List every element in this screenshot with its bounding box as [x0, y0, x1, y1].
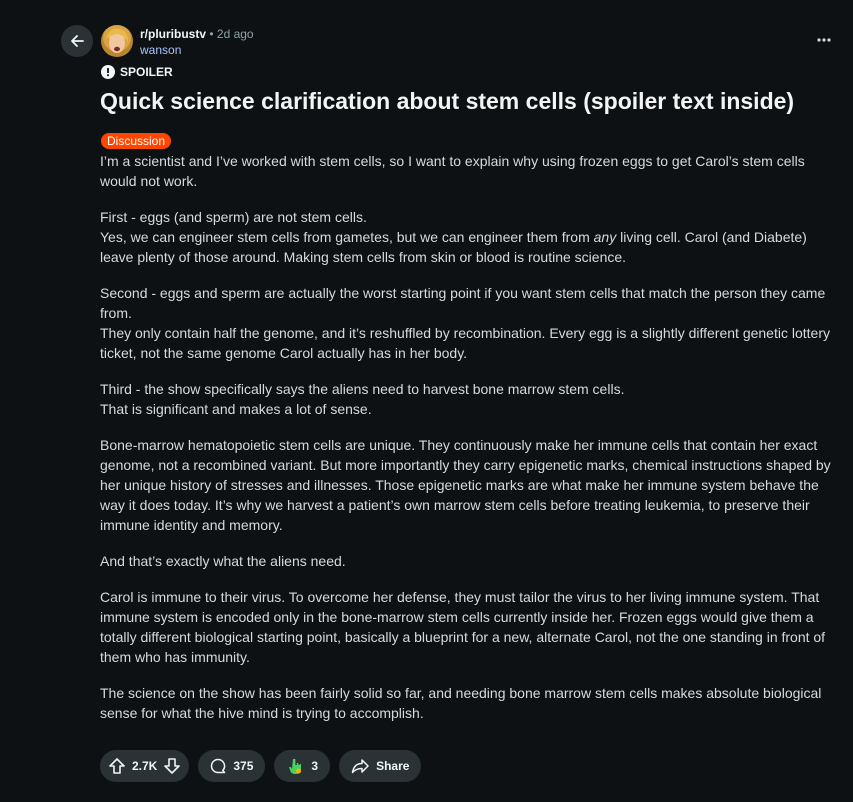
- paragraph: The science on the show has been fairly …: [100, 685, 822, 721]
- upvote-icon[interactable]: [108, 757, 126, 775]
- award-count: 3: [311, 759, 319, 773]
- downvote-icon[interactable]: [163, 757, 181, 775]
- subreddit-avatar[interactable]: [101, 25, 133, 57]
- post-meta: r/pluribustv • 2d ago: [140, 27, 254, 41]
- award-hand-icon: [286, 757, 304, 775]
- paragraph: Bone-marrow hematopoietic stem cells are…: [100, 437, 831, 533]
- spoiler-label: SPOILER: [120, 65, 173, 79]
- meta-separator: •: [209, 27, 214, 41]
- flair-badge[interactable]: Discussion: [101, 133, 172, 149]
- vote-pill: 2.7K: [100, 750, 190, 782]
- share-button[interactable]: Share: [339, 750, 422, 782]
- award-button[interactable]: 3: [274, 750, 331, 782]
- paragraph: First - eggs (and sperm) are not stem ce…: [100, 209, 807, 265]
- back-button[interactable]: [61, 25, 93, 57]
- comment-count: 375: [233, 759, 254, 773]
- paragraph: Second - eggs and sperm are actually the…: [100, 285, 830, 361]
- paragraph: Carol is immune to their virus. To overc…: [100, 589, 826, 665]
- comment-icon: [210, 758, 226, 774]
- action-bar: 2.7K 375 3 Share: [100, 750, 422, 782]
- share-icon: [351, 758, 369, 774]
- paragraph: I’m a scientist and I’ve worked with ste…: [100, 153, 805, 189]
- paragraph: And that’s exactly what the aliens need.: [100, 553, 346, 569]
- post-title: Quick science clarification about stem c…: [100, 88, 795, 114]
- post-body: I’m a scientist and I’ve worked with ste…: [100, 151, 835, 739]
- author-name[interactable]: wanson: [140, 43, 181, 57]
- vote-count: 2.7K: [132, 759, 158, 773]
- arrow-left-icon: [69, 33, 85, 49]
- more-options-button[interactable]: [814, 30, 834, 50]
- post-time: 2d ago: [216, 27, 254, 41]
- spoiler-tag: SPOILER: [101, 65, 173, 79]
- ellipsis-icon: [817, 38, 831, 42]
- warning-icon: [101, 65, 115, 79]
- subreddit-name[interactable]: r/pluribustv: [140, 27, 206, 41]
- paragraph: Third - the show specifically says the a…: [100, 381, 625, 417]
- share-label: Share: [376, 759, 410, 773]
- comments-button[interactable]: 375: [198, 750, 266, 782]
